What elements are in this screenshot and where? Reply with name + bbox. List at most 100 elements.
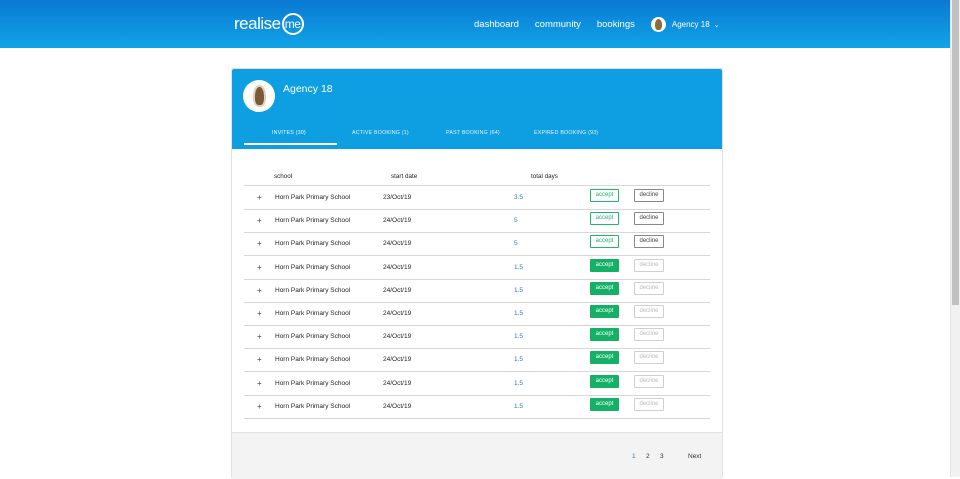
realiseme-logo[interactable]: realise me (234, 13, 304, 35)
user-avatar (650, 17, 666, 32)
logo-badge: me (281, 13, 304, 35)
table-row: + Horn Park Primary School 24/Oct/19 1.5 acc… (244, 256, 710, 280)
decline-button[interactable]: decline (634, 328, 664, 342)
total-days: 1.5 (514, 379, 524, 387)
table-row: + Horn Park Primary School 24/Oct/19 1.5 acc… (244, 372, 710, 396)
tab-invites[interactable]: INVITES (30) (272, 130, 306, 136)
expand-row-icon[interactable]: + (257, 216, 262, 225)
next-page-link[interactable]: Next (688, 453, 701, 460)
total-days: 1.5 (514, 333, 524, 341)
school-name: Horn Park Primary School (275, 263, 351, 271)
pagination-footer: 1 2 3 Next (232, 432, 722, 479)
table-row: + Horn Park Primary School 23/Oct/19 3.5 acc… (244, 186, 710, 210)
expand-row-icon[interactable]: + (257, 355, 262, 364)
decline-button[interactable]: decline (634, 189, 664, 202)
decline-button[interactable]: decline (634, 258, 664, 272)
table-row: + Horn Park Primary School 24/Oct/19 5 accep… (244, 209, 710, 234)
total-days: 1.5 (514, 310, 524, 317)
accept-button[interactable]: accept (590, 374, 619, 388)
total-days: 5 (514, 217, 518, 225)
decline-button[interactable]: decline (634, 281, 664, 295)
school-name: Horn Park Primary School (275, 379, 351, 387)
total-days: 1.5 (514, 402, 524, 410)
decline-button[interactable]: decline (634, 374, 664, 388)
accept-button[interactable]: accept (590, 397, 619, 411)
nav-bookings[interactable]: bookings (597, 19, 635, 30)
start-date: 24/Oct/19 (383, 240, 412, 248)
page-2-link[interactable]: 2 (646, 453, 650, 460)
card-header: Agency 18 INVITES (30) ACTIVE BOOKING (1… (232, 69, 722, 149)
tab-past-booking[interactable]: PAST BOOKING (64) (446, 130, 500, 136)
accept-button[interactable]: accept (590, 235, 619, 249)
start-date: 24/Oct/19 (383, 217, 412, 225)
start-date: 24/Oct/19 (383, 263, 412, 271)
page-3-link[interactable]: 3 (660, 453, 664, 460)
bookings-card: Agency 18 INVITES (30) ACTIVE BOOKING (1… (231, 68, 723, 479)
column-header-school: school (274, 173, 293, 180)
total-days: 1.5 (514, 263, 524, 271)
page-scrollbar[interactable] (950, 0, 960, 477)
start-date: 24/Oct/19 (383, 286, 412, 294)
expand-row-icon[interactable]: + (257, 263, 262, 272)
table-row: + Horn Park Primary School 24/Oct/19 1.5 acc… (244, 325, 710, 350)
table-row: + Horn Park Primary School 24/Oct/19 1.5 acc… (244, 302, 710, 326)
nav-community[interactable]: community (535, 19, 581, 30)
total-days: 5 (514, 240, 518, 248)
school-name: Horn Park Primary School (275, 286, 351, 294)
start-date: 24/Oct/19 (383, 379, 412, 387)
start-date: 23/Oct/19 (383, 194, 412, 201)
expand-row-icon[interactable]: + (257, 332, 262, 341)
school-name: Horn Park Primary School (275, 240, 351, 248)
column-header-start-date: start date (391, 173, 418, 180)
expand-row-icon[interactable]: + (257, 379, 262, 388)
accept-button[interactable]: accept (590, 281, 619, 295)
user-menu[interactable]: Agency 18 ⌄ (650, 17, 720, 32)
decline-button[interactable]: decline (634, 235, 664, 249)
top-navigation-bar: realise me dashboard community bookings … (0, 0, 951, 48)
table-row: + Horn Park Primary School 24/Oct/19 1.5 acc… (244, 279, 710, 303)
nav-dashboard[interactable]: dashboard (474, 19, 519, 30)
scrollbar-thumb[interactable] (952, 0, 959, 305)
table-row: + Horn Park Primary School 24/Oct/19 5 accep… (244, 232, 710, 257)
accept-button[interactable]: accept (590, 305, 619, 318)
accept-button[interactable]: accept (590, 212, 619, 226)
tab-expired-booking[interactable]: EXPIRED BOOKING (93) (534, 130, 598, 136)
decline-button[interactable]: decline (634, 397, 664, 411)
school-name: Horn Park Primary School (275, 310, 351, 317)
total-days: 3.5 (514, 194, 524, 201)
booking-tabs: INVITES (30) ACTIVE BOOKING (1) PAST BOO… (232, 127, 722, 149)
expand-row-icon[interactable]: + (257, 193, 262, 202)
table-row: + Horn Park Primary School 24/Oct/19 1.5 acc… (244, 348, 710, 373)
column-header-total-days: total days (531, 173, 558, 180)
expand-row-icon[interactable]: + (257, 402, 262, 411)
accept-button[interactable]: accept (590, 328, 619, 342)
school-name: Horn Park Primary School (275, 217, 351, 225)
tab-active-booking[interactable]: ACTIVE BOOKING (1) (352, 130, 409, 136)
total-days: 1.5 (514, 356, 524, 364)
chevron-down-icon: ⌄ (713, 21, 720, 29)
accept-button[interactable]: accept (590, 258, 619, 272)
start-date: 24/Oct/19 (383, 356, 412, 364)
school-name: Horn Park Primary School (275, 356, 351, 364)
decline-button[interactable]: decline (634, 212, 664, 226)
main-nav: dashboard community bookings Agency 18 ⌄ (474, 17, 720, 32)
profile-name: Agency 18 (283, 83, 333, 95)
accept-button[interactable]: accept (590, 189, 619, 202)
expand-row-icon[interactable]: + (257, 286, 262, 295)
school-name: Horn Park Primary School (275, 333, 351, 341)
active-tab-indicator (244, 143, 337, 145)
total-days: 1.5 (514, 286, 524, 294)
start-date: 24/Oct/19 (383, 402, 412, 410)
decline-button[interactable]: decline (634, 305, 664, 318)
expand-row-icon[interactable]: + (257, 239, 262, 248)
school-name: Horn Park Primary School (275, 402, 351, 410)
decline-button[interactable]: decline (634, 351, 664, 365)
table-row: + Horn Park Primary School 24/Oct/19 1.5 acc… (244, 395, 710, 419)
accept-button[interactable]: accept (590, 351, 619, 365)
user-name: Agency 18 (671, 20, 710, 29)
page-1-link[interactable]: 1 (632, 453, 636, 460)
school-name: Horn Park Primary School (275, 194, 351, 201)
profile-avatar (243, 80, 275, 112)
logo-text: realise (234, 14, 281, 33)
expand-row-icon[interactable]: + (257, 309, 262, 318)
